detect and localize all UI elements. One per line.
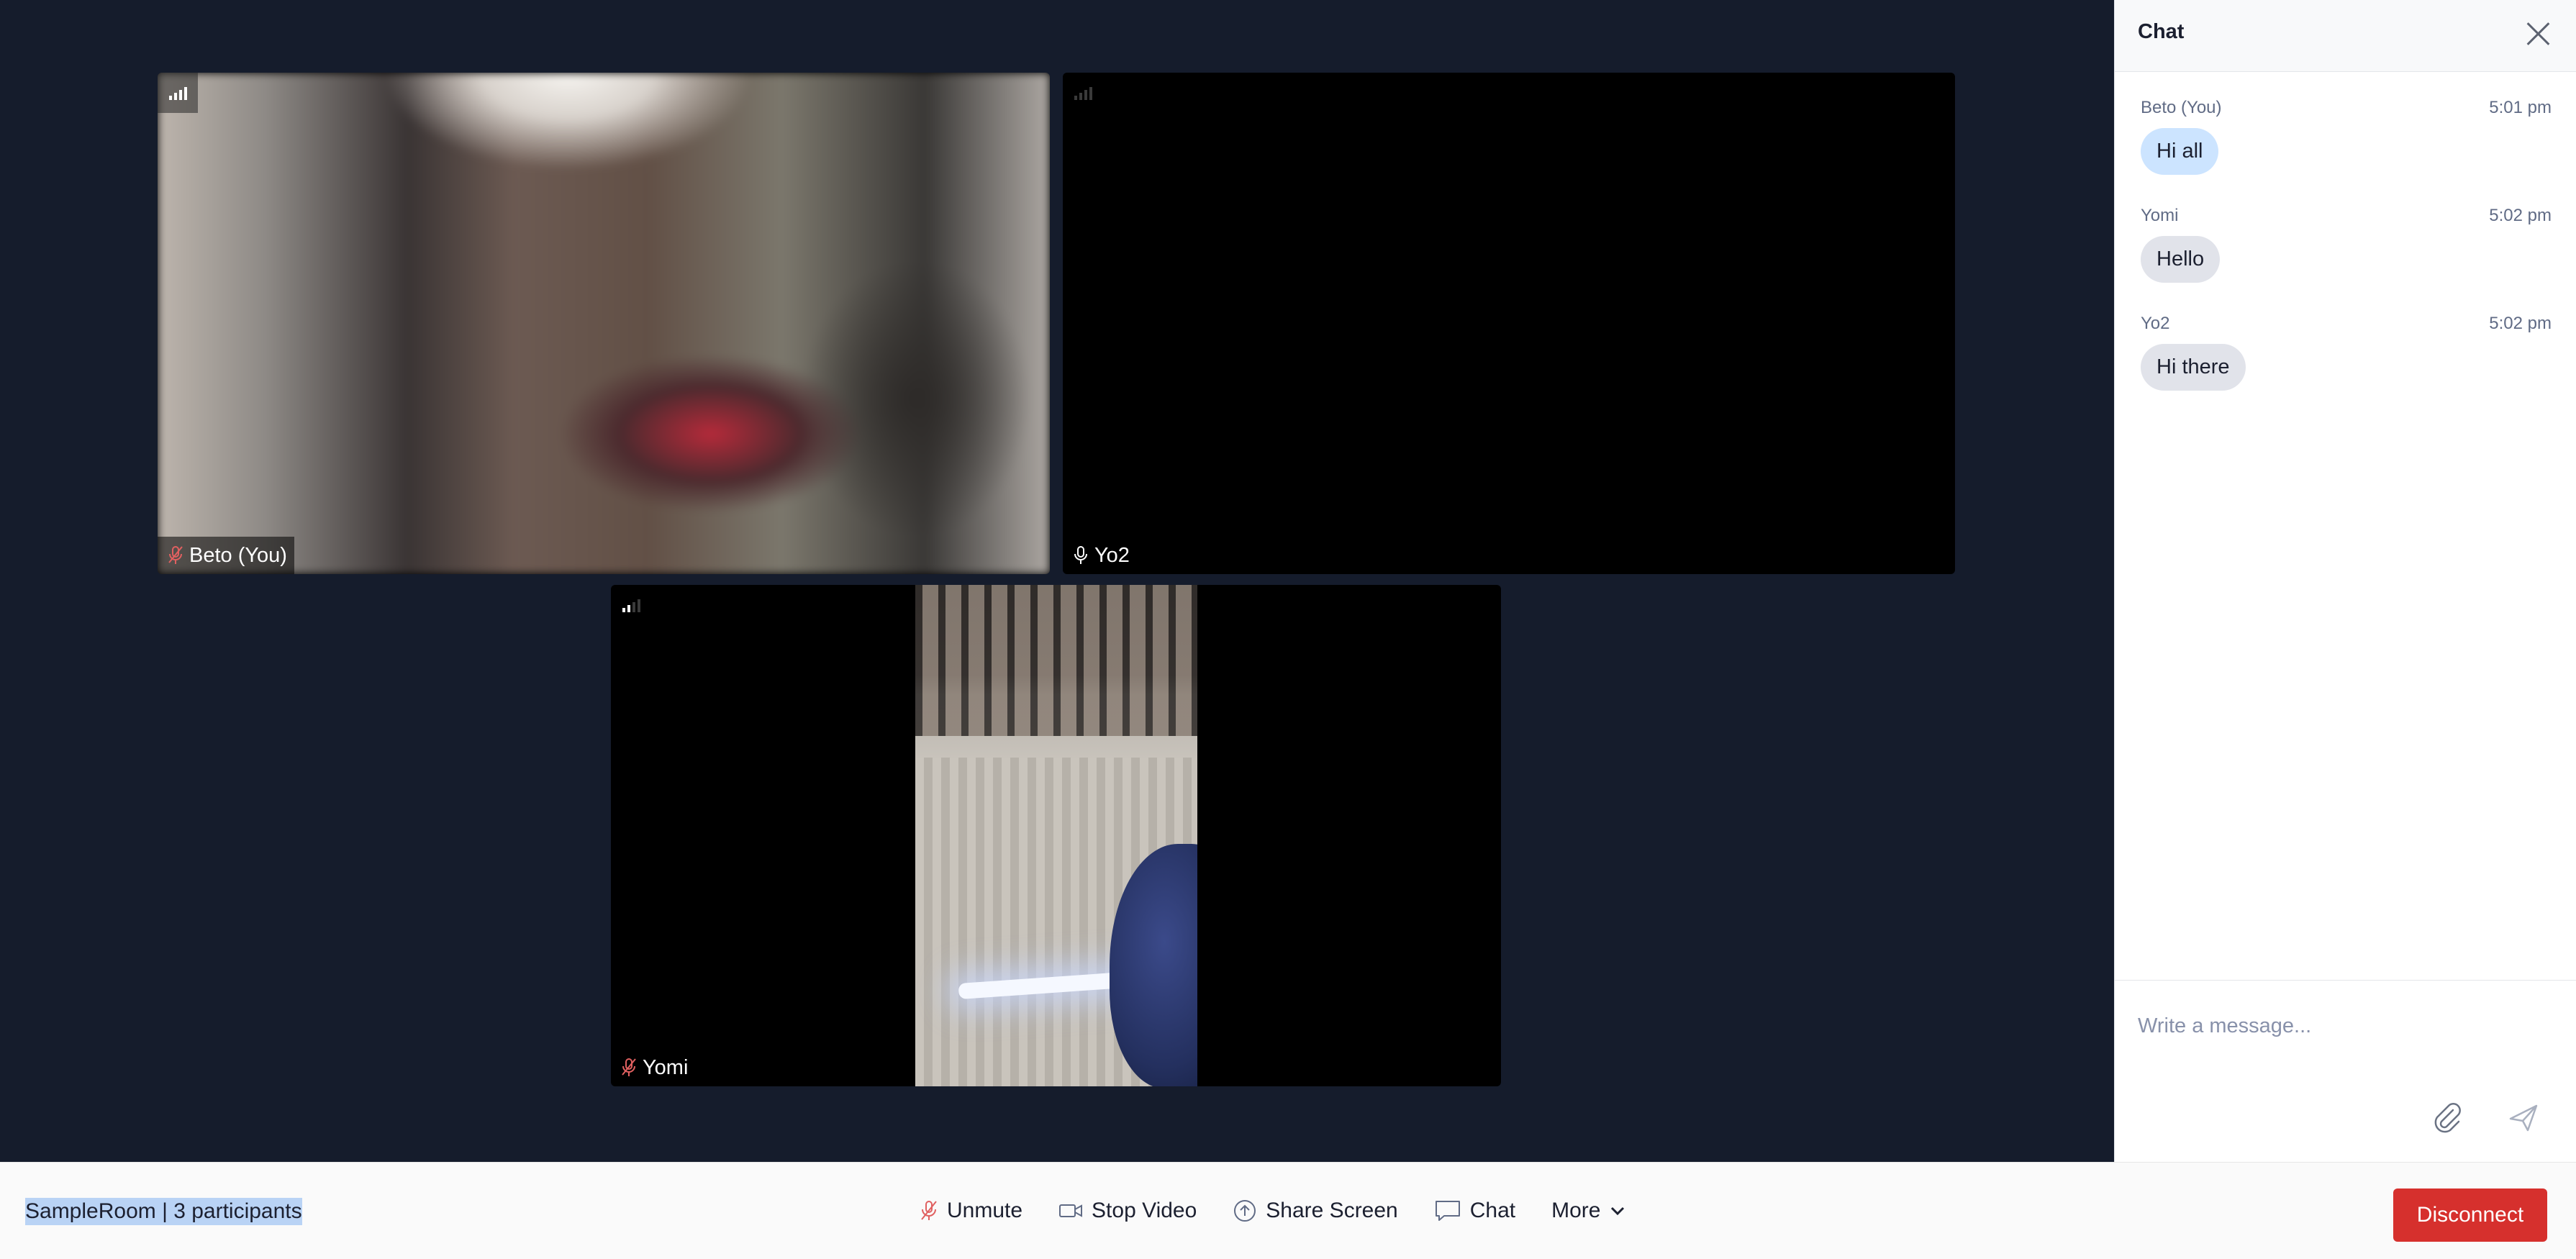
message-input[interactable] <box>2138 1006 2541 1045</box>
more-label: More <box>1551 1199 1601 1222</box>
participant-name: Yomi <box>643 1055 689 1079</box>
participant-name: Yo2 <box>1094 543 1130 567</box>
mic-muted-icon <box>920 1199 938 1222</box>
message-author: Beto (You) <box>2141 98 2222 117</box>
participant-name-tag: Yomi <box>611 1049 695 1086</box>
paperclip-icon[interactable] <box>2426 1096 2469 1139</box>
send-icon[interactable] <box>2502 1096 2545 1139</box>
mic-icon <box>1073 545 1089 565</box>
participant-tile-yomi[interactable]: Yomi <box>611 585 1501 1086</box>
message-author: Yo2 <box>2141 314 2170 333</box>
chat-bubble-icon <box>1434 1199 1461 1222</box>
chat-message: Yo2 5:02 pm Hi there <box>2141 314 2552 391</box>
chat-header: Chat <box>2115 0 2576 72</box>
unmute-button[interactable]: Unmute <box>907 1188 1035 1233</box>
room-info: SampleRoom | 3 participants <box>25 1198 302 1225</box>
signal-strength-icon <box>158 73 198 113</box>
close-icon[interactable] <box>2521 17 2554 50</box>
share-screen-label: Share Screen <box>1266 1199 1398 1222</box>
mic-muted-icon <box>168 545 183 565</box>
share-screen-icon <box>1233 1199 1257 1223</box>
message-time: 5:02 pm <box>2489 314 2552 333</box>
chat-title: Chat <box>2138 20 2185 43</box>
participant-name-tag: Beto (You) <box>158 537 294 574</box>
video-camera-icon <box>1058 1201 1083 1220</box>
video-stage: Beto (You) Yo2 Yomi <box>0 0 2114 1163</box>
participant-name: Beto (You) <box>189 543 287 567</box>
participant-video <box>158 73 1050 574</box>
mic-muted-icon <box>621 1058 637 1078</box>
unmute-label: Unmute <box>947 1199 1023 1222</box>
participant-tile-beto[interactable]: Beto (You) <box>158 73 1050 574</box>
message-bubble: Hi all <box>2141 128 2219 175</box>
chat-panel: Chat Beto (You) 5:01 pm Hi all Yomi 5:02… <box>2114 0 2576 1163</box>
message-bubble: Hi there <box>2141 344 2246 391</box>
participant-name-tag: Yo2 <box>1063 537 1137 574</box>
message-composer <box>2115 980 2576 1163</box>
participant-video <box>915 585 1197 1086</box>
share-screen-button[interactable]: Share Screen <box>1220 1188 1410 1233</box>
more-button[interactable]: More <box>1538 1188 1639 1233</box>
disconnect-button[interactable]: Disconnect <box>2393 1188 2547 1242</box>
stop-video-button[interactable]: Stop Video <box>1046 1188 1210 1233</box>
chat-message: Yomi 5:02 pm Hello <box>2141 206 2552 283</box>
chevron-down-icon <box>1609 1204 1626 1218</box>
signal-strength-icon <box>1063 73 1103 113</box>
signal-strength-icon <box>611 585 651 625</box>
message-bubble: Hello <box>2141 236 2221 283</box>
message-author: Yomi <box>2141 206 2179 225</box>
chat-message: Beto (You) 5:01 pm Hi all <box>2141 98 2552 175</box>
participant-tile-yo2[interactable]: Yo2 <box>1063 73 1955 574</box>
chat-label: Chat <box>1469 1199 1516 1222</box>
chat-button[interactable]: Chat <box>1421 1188 1528 1233</box>
message-time: 5:01 pm <box>2489 98 2552 117</box>
call-toolbar: SampleRoom | 3 participants Unmute Stop … <box>0 1163 2576 1259</box>
message-time: 5:02 pm <box>2489 206 2552 225</box>
call-controls: Unmute Stop Video Share Screen Chat More <box>907 1163 1639 1259</box>
stop-video-label: Stop Video <box>1092 1199 1197 1222</box>
